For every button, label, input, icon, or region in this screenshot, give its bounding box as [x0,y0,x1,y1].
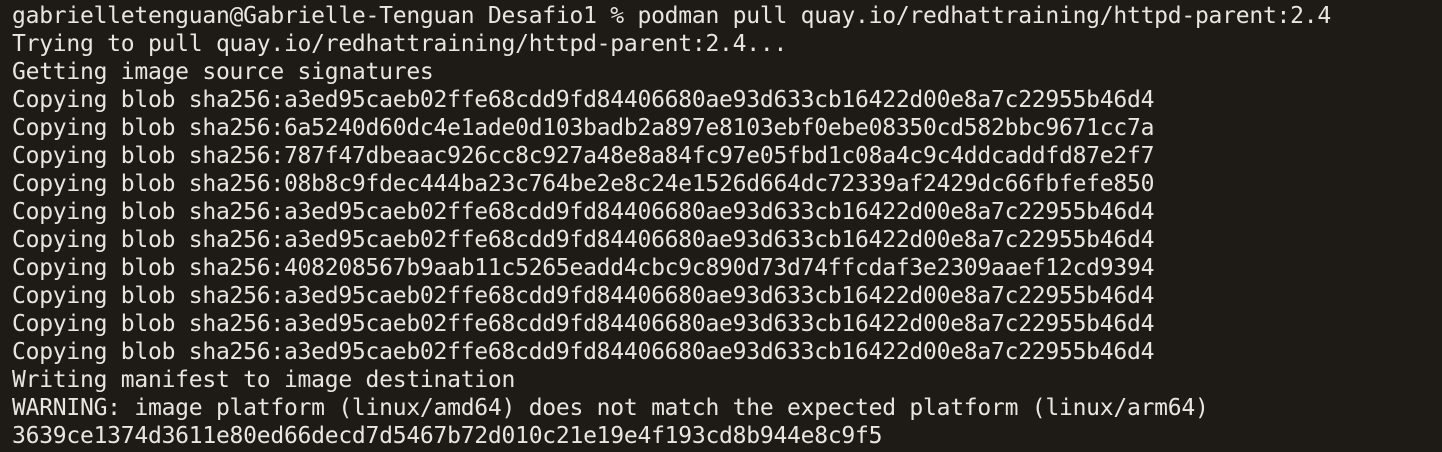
output-line-copying-blob: Copying blob sha256:a3ed95caeb02ffe68cdd… [12,311,1155,337]
output-line-writing-manifest: Writing manifest to image destination [12,367,516,393]
output-line-copying-blob: Copying blob sha256:a3ed95caeb02ffe68cdd… [12,227,1155,253]
output-line-warning: WARNING: image platform (linux/amd64) do… [12,395,1209,421]
output-line-copying-blob: Copying blob sha256:08b8c9fdec444ba23c76… [12,171,1155,197]
output-line-copying-blob: Copying blob sha256:a3ed95caeb02ffe68cdd… [12,283,1155,309]
output-line-copying-blob: Copying blob sha256:a3ed95caeb02ffe68cdd… [12,339,1155,365]
output-line-image-id: 3639ce1374d3611e80ed66decd7d5467b72d010c… [12,423,883,449]
output-line-copying-blob: Copying blob sha256:a3ed95caeb02ffe68cdd… [12,87,1155,113]
output-line-copying-blob: Copying blob sha256:6a5240d60dc4e1ade0d1… [12,115,1155,141]
output-line-copying-blob: Copying blob sha256:a3ed95caeb02ffe68cdd… [12,199,1155,225]
terminal-window[interactable]: gabrielletenguan@Gabrielle-Tenguan Desaf… [0,0,1442,452]
output-line-trying-pull: Trying to pull quay.io/redhattraining/ht… [12,31,788,57]
output-line-signatures: Getting image source signatures [12,59,434,85]
output-line-copying-blob: Copying blob sha256:787f47dbeaac926cc8c9… [12,143,1155,169]
output-line-copying-blob: Copying blob sha256:408208567b9aab11c526… [12,255,1155,281]
command-prompt-line: gabrielletenguan@Gabrielle-Tenguan Desaf… [12,3,1331,29]
